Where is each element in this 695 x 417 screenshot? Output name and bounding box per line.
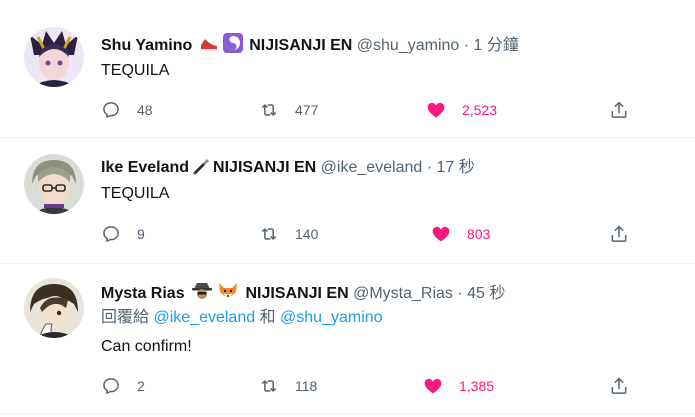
retweet-count: 140 xyxy=(295,226,319,242)
author-suffix: NIJISANJI EN xyxy=(245,285,349,302)
fountain-pen-icon xyxy=(191,157,211,183)
reply-count: 9 xyxy=(137,226,145,242)
share-button[interactable] xyxy=(609,99,629,121)
heart-icon xyxy=(431,224,451,244)
author-handle[interactable]: @Mysta_Rias xyxy=(353,285,453,302)
retweet-count: 477 xyxy=(295,102,319,118)
reply-button[interactable]: 2 xyxy=(101,375,145,397)
share-icon xyxy=(609,224,629,244)
reply-icon xyxy=(101,100,121,120)
reply-count: 48 xyxy=(137,102,153,118)
reply-and: 和 xyxy=(259,309,276,326)
author-handle[interactable]: @shu_yamino xyxy=(357,37,460,54)
author-name[interactable]: Shu Yamino xyxy=(101,37,192,54)
share-icon xyxy=(609,376,629,396)
retweet-icon xyxy=(259,224,279,244)
mention-link[interactable]: @shu_yamino xyxy=(280,309,383,326)
retweet-button[interactable]: 140 xyxy=(259,223,318,245)
mention-link[interactable]: @ike_eveland xyxy=(153,309,255,326)
reply-context: 回覆給 @ike_eveland 和 @shu_yamino xyxy=(101,307,383,329)
tweet-item[interactable]: Ike Eveland NIJISANJI EN @ike_eveland · … xyxy=(0,138,695,264)
yin-yang-icon xyxy=(222,33,243,61)
heart-icon xyxy=(426,100,446,120)
author-suffix: NIJISANJI EN xyxy=(249,37,353,54)
fox-icon xyxy=(217,281,239,309)
retweet-button[interactable]: 477 xyxy=(259,99,318,121)
retweet-button[interactable]: 118 xyxy=(259,375,317,397)
reply-button[interactable]: 48 xyxy=(101,99,153,121)
author-handle[interactable]: @ike_eveland xyxy=(321,159,423,176)
like-button[interactable]: 2,523 xyxy=(426,99,497,121)
retweet-icon xyxy=(259,100,279,120)
reply-prefix: 回覆給 xyxy=(101,309,150,326)
like-button[interactable]: 1,385 xyxy=(423,375,494,397)
tweet-item[interactable]: Mysta Rias NIJISANJI EN @Mysta_Rias · 45… xyxy=(0,264,695,414)
like-count: 2,523 xyxy=(462,102,498,118)
share-button[interactable] xyxy=(609,375,629,397)
reply-count: 2 xyxy=(137,378,145,394)
detective-icon xyxy=(191,281,213,309)
tweet-text: TEQUILA xyxy=(101,185,170,202)
tweet-text: TEQUILA xyxy=(101,62,170,79)
sneaker-icon xyxy=(199,35,219,61)
like-button[interactable]: 803 xyxy=(431,223,490,245)
share-button[interactable] xyxy=(609,223,629,245)
tweet-item[interactable]: Shu Yamino NIJISANJI EN @shu_yamino · 1 … xyxy=(0,0,695,138)
tweet-time[interactable]: · 17 秒 xyxy=(427,159,475,176)
avatar[interactable] xyxy=(24,154,84,214)
like-count: 1,385 xyxy=(459,378,495,394)
tweet-time[interactable]: · 45 秒 xyxy=(457,285,505,302)
author-name[interactable]: Mysta Rias xyxy=(101,285,185,302)
share-icon xyxy=(609,100,629,120)
retweet-icon xyxy=(259,376,279,396)
author-name[interactable]: Ike Eveland xyxy=(101,159,189,176)
author-suffix: NIJISANJI EN xyxy=(213,159,317,176)
avatar[interactable] xyxy=(24,27,84,87)
reply-icon xyxy=(101,376,121,396)
like-count: 803 xyxy=(467,226,491,242)
reply-icon xyxy=(101,224,121,244)
avatar[interactable] xyxy=(24,278,84,338)
retweet-count: 118 xyxy=(295,378,318,394)
tweet-text: Can confirm! xyxy=(101,338,192,355)
tweet-time[interactable]: · 1 分鐘 xyxy=(464,37,519,54)
heart-icon xyxy=(423,376,443,396)
reply-button[interactable]: 9 xyxy=(101,223,145,245)
